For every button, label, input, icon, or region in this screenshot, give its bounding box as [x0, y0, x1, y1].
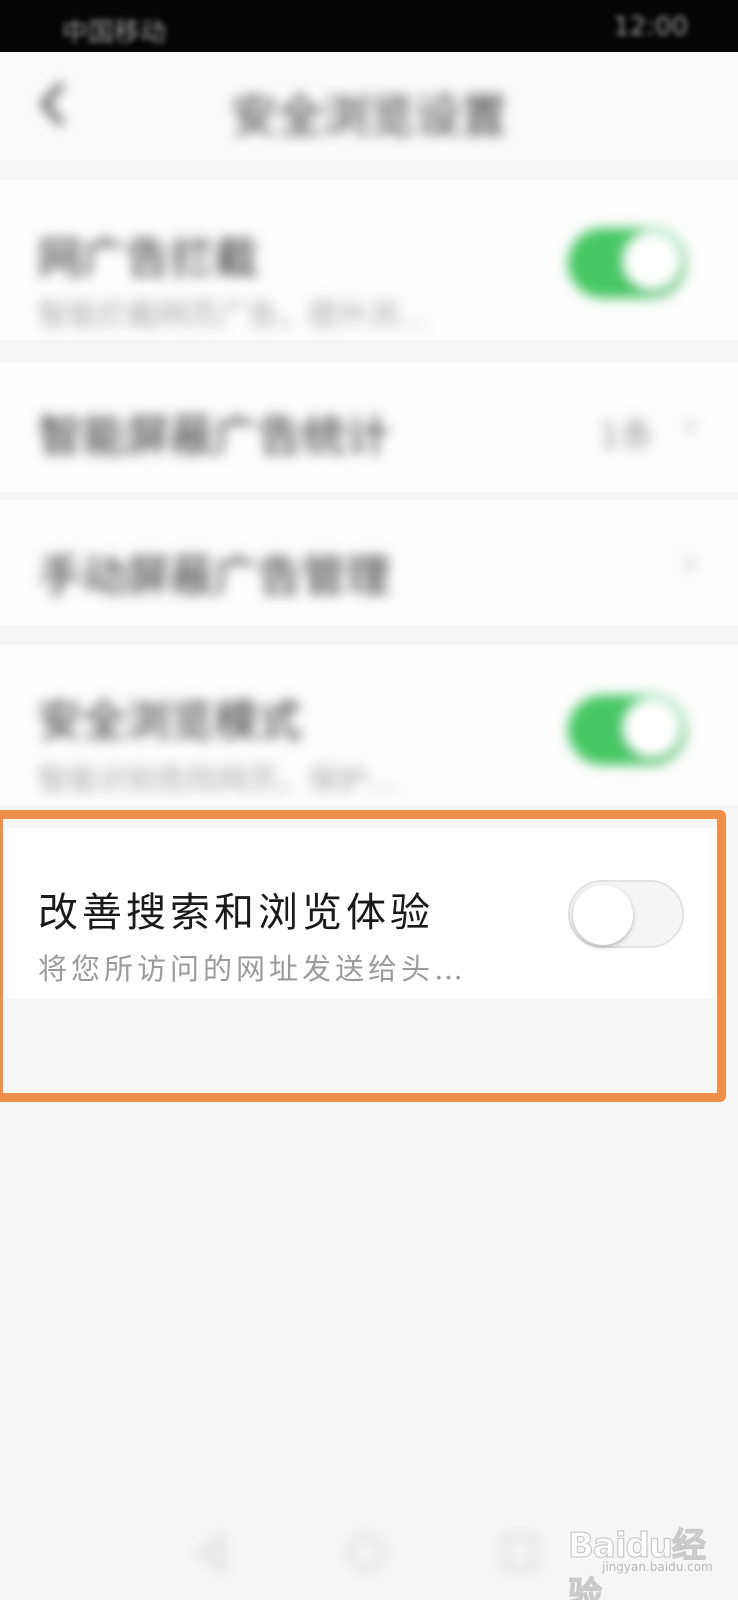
status-time: 12:00 [613, 12, 688, 42]
watermark-url: jingyan.baidu.com [602, 1560, 713, 1574]
settings-row-safe-browsing[interactable]: 安全浏览模式 智能识别危险网页，保护… [0, 645, 738, 805]
nav-home-icon[interactable] [344, 1531, 388, 1575]
toggle-knob [622, 698, 682, 758]
status-bar: 中国移动 12:00 [0, 0, 738, 52]
toggle-switch[interactable] [568, 695, 686, 765]
settings-row-manual-ad-manage[interactable]: 手动屏蔽广告管理 › [0, 500, 738, 625]
status-carrier: 中国移动 [62, 18, 167, 48]
settings-row-ad-block[interactable]: 网广告拦截 智能拦截网页广告，提升浏… [0, 180, 738, 340]
row-title: 智能屏蔽广告统计 [38, 411, 390, 462]
row-title: 安全浏览模式 [38, 696, 302, 747]
highlight-annotation-box [0, 810, 726, 1102]
toggle-switch[interactable] [568, 228, 686, 298]
row-subtitle: 智能识别危险网页，保护… [38, 763, 398, 798]
baidu-watermark: Baidu经验 jingyan.baidu.com [567, 1516, 718, 1600]
row-value: 1条 [598, 416, 654, 456]
toggle-knob [622, 231, 682, 291]
nav-recents-icon[interactable] [498, 1531, 542, 1575]
chevron-right-icon: › [682, 402, 698, 448]
row-subtitle: 智能拦截网页广告，提升浏… [38, 298, 428, 333]
row-title: 网广告拦截 [38, 233, 258, 284]
watermark-brand: Baidu经验 [567, 1525, 706, 1600]
app-header: 安全浏览设置 [0, 52, 738, 160]
settings-row-ad-stats[interactable]: 智能屏蔽广告统计 1条 › [0, 362, 738, 492]
row-title: 手动屏蔽广告管理 [38, 551, 390, 602]
chevron-right-icon: › [682, 540, 698, 586]
page-title: 安全浏览设置 [231, 89, 507, 143]
nav-back-icon[interactable] [190, 1531, 234, 1575]
